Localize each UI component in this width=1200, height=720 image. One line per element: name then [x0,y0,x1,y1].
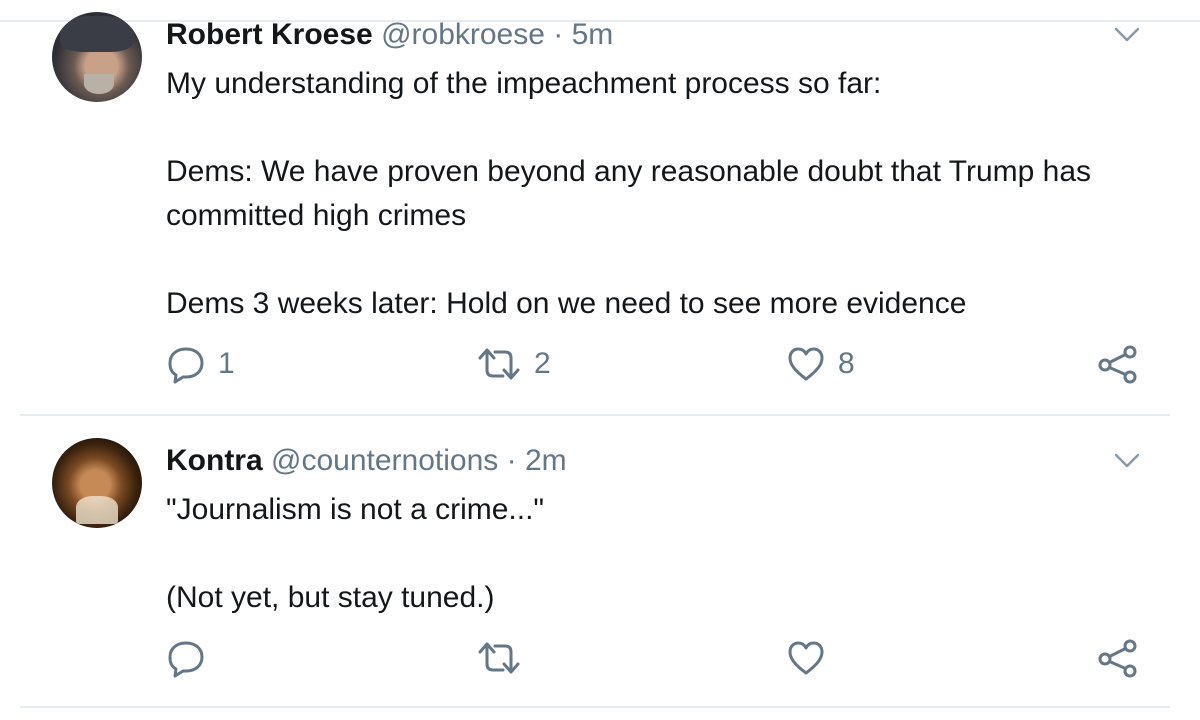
share-button[interactable] [1096,344,1140,384]
separator-dot: · [553,18,564,51]
retweet-button[interactable] [476,638,522,678]
author-name[interactable]: Robert Kroese [166,18,373,51]
timestamp[interactable]: 2m [525,444,567,477]
like-count: 8 [838,347,855,380]
reply-icon [168,641,204,678]
like-button[interactable]: 8 [786,344,855,384]
share-icon [1098,345,1137,384]
tweet-header: Kontra @counternotions · 2m [166,444,567,478]
timestamp[interactable]: 5m [572,18,614,51]
chevron-down-icon[interactable] [1114,26,1140,44]
author-name[interactable]: Kontra [166,444,263,477]
tweet-actions: 1 2 8 [0,344,1200,394]
tweet-header: Robert Kroese @robkroese · 5m [166,18,613,52]
separator-dot: · [506,444,517,477]
retweet-button[interactable]: 2 [476,344,551,384]
tweet-divider [20,706,1170,708]
avatar[interactable] [52,12,142,102]
chevron-down-icon[interactable] [1114,452,1140,470]
retweet-count: 2 [534,347,551,380]
tweet-text: My understanding of the impeachment proc… [166,67,1092,320]
like-icon [788,641,824,675]
avatar[interactable] [52,438,142,528]
like-icon [788,347,824,381]
author-handle[interactable]: @counternotions [271,444,498,477]
retweet-icon [478,642,520,674]
like-button[interactable] [786,638,826,678]
retweet-icon [478,348,520,380]
share-button[interactable] [1096,638,1140,678]
reply-count: 1 [218,347,235,380]
reply-button[interactable] [166,638,206,678]
author-handle[interactable]: @robkroese [381,18,545,51]
tweet-actions [0,638,1200,688]
reply-button[interactable]: 1 [166,344,235,384]
tweet-text: "Journalism is not a crime..." (Not yet,… [166,493,545,614]
reply-icon [168,347,204,384]
share-icon [1098,639,1137,678]
